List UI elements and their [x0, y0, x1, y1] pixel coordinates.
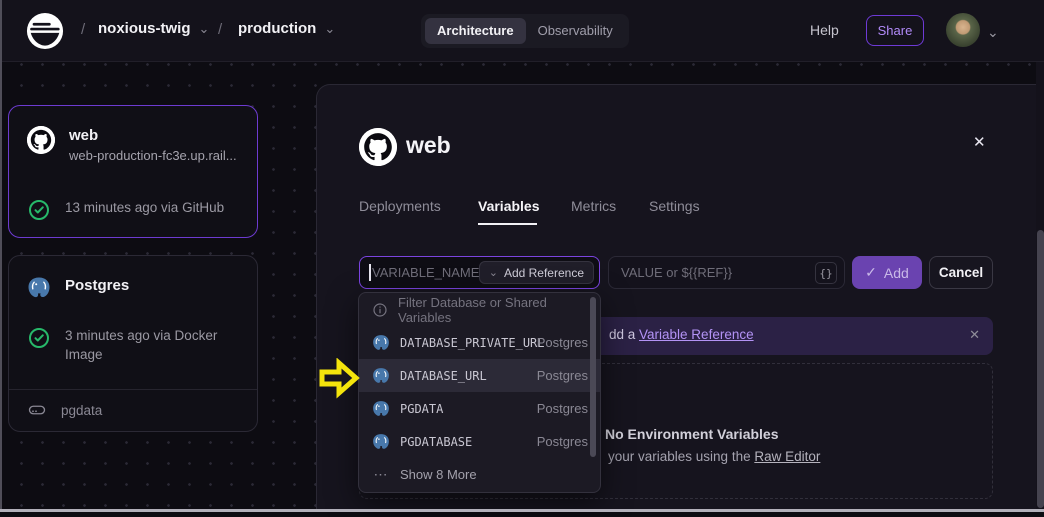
help-button[interactable]: Help: [810, 22, 839, 38]
chevron-down-icon: ⌄: [489, 268, 498, 278]
check-icon: ✓: [865, 264, 877, 281]
railway-dashboard: / noxious-twig ⌄ / production ⌄ Architec…: [0, 0, 1044, 517]
text-caret: [369, 264, 371, 281]
variable-value-field: {}: [608, 256, 845, 289]
postgres-icon: [372, 433, 390, 451]
breadcrumb-separator: /: [81, 21, 85, 38]
tab-architecture[interactable]: Architecture: [425, 18, 526, 44]
deploy-status: 3 minutes ago via Docker Image: [65, 326, 237, 364]
service-name: web: [69, 126, 237, 145]
banner-close-icon[interactable]: ✕: [969, 327, 980, 343]
deploy-success-icon: [27, 326, 51, 350]
postgres-icon: [372, 367, 390, 385]
topbar: / noxious-twig ⌄ / production ⌄ Architec…: [0, 0, 1044, 62]
panel-scrollbar-track[interactable]: [1036, 62, 1044, 509]
service-card-postgres[interactable]: Postgres 3 minutes ago via Docker Image …: [8, 255, 258, 432]
service-name: Postgres: [65, 276, 129, 295]
dropdown-item-pgdatabase[interactable]: PGDATABASE Postgres: [359, 425, 600, 458]
share-button[interactable]: Share: [866, 15, 924, 46]
project-switcher[interactable]: noxious-twig ⌄: [98, 20, 209, 37]
close-icon[interactable]: ✕: [973, 133, 986, 151]
variable-reference-dropdown: Filter Database or Shared Variables DATA…: [358, 292, 601, 493]
add-reference-button[interactable]: ⌄ Add Reference: [479, 261, 594, 284]
dropdown-filter[interactable]: Filter Database or Shared Variables: [359, 293, 600, 326]
active-tab-underline: [478, 223, 537, 225]
view-switcher: Architecture Observability: [421, 14, 629, 48]
postgres-icon: [372, 334, 390, 352]
dropdown-item-database-private-url[interactable]: DATABASE_PRIVATE_URL Postgres: [359, 326, 600, 359]
volume-name: pgdata: [61, 403, 102, 418]
chevron-down-icon: ⌄: [199, 24, 210, 34]
service-card-web[interactable]: web web-production-fc3e.up.rail... 13 mi…: [8, 105, 258, 238]
tab-observability[interactable]: Observability: [526, 18, 625, 44]
panel-scrollbar-thumb[interactable]: [1037, 230, 1044, 508]
window-frame-left: [0, 0, 2, 511]
tab-variables[interactable]: Variables: [478, 198, 540, 214]
banner-text: dd a: [609, 327, 639, 342]
add-variable-button[interactable]: ✓ Add: [852, 256, 922, 289]
volume-row[interactable]: pgdata: [27, 400, 102, 420]
tab-metrics[interactable]: Metrics: [571, 198, 616, 214]
variable-reference-link[interactable]: Variable Reference: [639, 327, 754, 342]
user-menu-chevron-icon[interactable]: ⌄: [987, 24, 999, 41]
environment-switcher[interactable]: production ⌄: [238, 20, 335, 37]
deploy-status: 13 minutes ago via GitHub: [65, 198, 224, 217]
pointer-arrow-annotation: [318, 358, 360, 400]
variable-name-field: ⌄ Add Reference: [359, 256, 600, 289]
variable-value-input[interactable]: [609, 257, 844, 288]
variable-reference-banner: dd a Variable Reference ✕: [561, 317, 993, 355]
dropdown-scrollbar-thumb[interactable]: [590, 297, 596, 457]
braces-icon[interactable]: {}: [815, 262, 837, 284]
card-divider: [9, 389, 257, 390]
volume-icon: [27, 400, 47, 420]
github-icon: [27, 126, 55, 154]
github-icon: [359, 128, 397, 166]
dropdown-show-more[interactable]: ⋯ Show 8 More: [359, 458, 600, 491]
breadcrumb-separator: /: [218, 21, 222, 38]
dropdown-item-database-url[interactable]: DATABASE_URL Postgres: [359, 359, 600, 392]
dropdown-item-pgdata[interactable]: PGDATA Postgres: [359, 392, 600, 425]
postgres-icon: [372, 400, 390, 418]
info-icon: [372, 302, 388, 318]
window-frame-bottom: [0, 509, 1044, 512]
service-domain[interactable]: web-production-fc3e.up.rail...: [69, 148, 237, 163]
railway-logo-icon[interactable]: [26, 12, 64, 50]
panel-title: web: [406, 132, 451, 159]
tab-deployments[interactable]: Deployments: [359, 198, 441, 214]
environment-name: production: [238, 20, 316, 37]
chevron-down-icon: ⌄: [324, 24, 335, 34]
user-avatar[interactable]: [946, 13, 980, 47]
cancel-button[interactable]: Cancel: [929, 256, 993, 289]
project-name: noxious-twig: [98, 20, 191, 37]
deploy-success-icon: [27, 198, 51, 222]
tab-settings[interactable]: Settings: [649, 198, 700, 214]
ellipsis-icon: ⋯: [372, 466, 390, 483]
postgres-icon: [27, 276, 51, 300]
